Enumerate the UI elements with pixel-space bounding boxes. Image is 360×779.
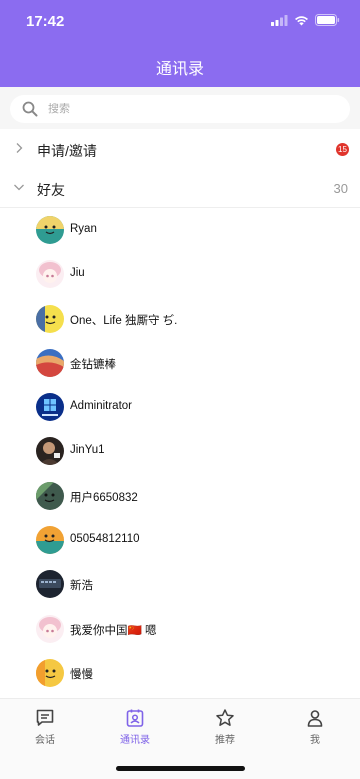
sunset-avatar-icon: [36, 348, 64, 377]
star-icon: [216, 709, 234, 726]
friend-name: JinYu1: [70, 444, 105, 457]
anime-girl-avatar-icon: [36, 614, 64, 643]
list-item[interactable]: 用户6650832: [0, 474, 360, 518]
friends-count: 30: [333, 181, 348, 196]
group-requests[interactable]: 申请/邀请 15: [0, 130, 360, 168]
search-icon: [22, 101, 38, 117]
friend-name: 用户6650832: [70, 491, 138, 504]
status-time: 17:42: [26, 13, 65, 30]
windows-avatar-icon: [36, 393, 64, 422]
header-bar: 17:42 通讯录: [0, 0, 360, 87]
battery-icon: [315, 14, 340, 26]
friend-name: 金钻镳棒: [70, 358, 116, 371]
teal-smile-avatar-icon: [36, 216, 64, 244]
friend-name: Adminitrator: [70, 400, 132, 413]
tab-chats[interactable]: 会话: [0, 708, 90, 746]
avatar: [36, 260, 64, 289]
friend-name: 我爱你中国🇨🇳 嗯: [70, 624, 157, 637]
person-icon: [307, 710, 323, 727]
avatar: [36, 614, 64, 643]
list-item[interactable]: Adminitrator: [0, 385, 360, 429]
list-item[interactable]: 新浩: [0, 562, 360, 606]
orange-smile-avatar-icon: [36, 526, 64, 555]
list-item[interactable]: 金钻镳棒: [0, 341, 360, 385]
tab-recommend[interactable]: 推荐: [180, 708, 270, 746]
avatar: [36, 526, 64, 555]
page-title: 通讯录: [155, 61, 204, 78]
tab-label: 推荐: [215, 735, 235, 746]
tab-me[interactable]: 我: [270, 708, 360, 746]
tab-label: 会话: [35, 735, 55, 746]
yellow-smile-avatar-icon: [36, 304, 64, 333]
anime-girl-avatar-icon: [36, 260, 64, 289]
search-area: [0, 87, 360, 129]
wifi-icon: [295, 15, 308, 25]
requests-count-badge: 15: [336, 143, 349, 156]
search-bar[interactable]: [10, 95, 350, 123]
avatar: [36, 658, 64, 687]
avatar: [36, 393, 64, 422]
status-bar: 17:42: [0, 0, 360, 44]
group-friends[interactable]: 好友 30: [0, 169, 360, 207]
avatar: [36, 437, 64, 466]
list-item[interactable]: 慢慢: [0, 651, 360, 695]
home-indicator[interactable]: [116, 766, 245, 771]
cellular-signal-icon: [271, 14, 288, 26]
green-smile-avatar-icon: [36, 481, 64, 510]
friend-name: 新浩: [70, 580, 93, 593]
group-requests-label: 申请/邀请: [37, 143, 97, 159]
contacts-icon: [126, 709, 144, 727]
tab-contacts[interactable]: 通讯录: [90, 708, 180, 746]
tab-label: 我: [310, 735, 320, 746]
list-item[interactable]: JinYu1: [0, 429, 360, 473]
list-item[interactable]: 我爱你中国🇨🇳 嗯: [0, 607, 360, 651]
list-item[interactable]: 05054812110: [0, 518, 360, 562]
avatar: [36, 570, 64, 599]
list-item[interactable]: Jiu: [0, 252, 360, 296]
tab-label: 通讯录: [120, 735, 150, 746]
search-input[interactable]: [48, 103, 308, 115]
chat-icon: [36, 709, 54, 726]
friend-name: 05054812110: [70, 533, 140, 546]
status-icons: [271, 14, 340, 26]
chevron-down-icon: [14, 184, 24, 191]
keyboard-photo-avatar-icon: [36, 570, 64, 599]
group-friends-label: 好友: [37, 182, 65, 198]
list-item[interactable]: One、Life 独厮守 ぢ.: [0, 297, 360, 341]
friend-name: Ryan: [70, 223, 97, 235]
friend-name: One、Life 独厮守 ぢ.: [70, 314, 178, 327]
avatar: [36, 304, 64, 333]
friend-name: Jiu: [70, 267, 85, 280]
list-item[interactable]: Ryan: [0, 208, 360, 252]
photo-man-avatar-icon: [36, 437, 64, 466]
friend-list: Ryan Jiu One、Life 独厮守 ぢ. 金钻镳棒 Adminitrat…: [0, 208, 360, 695]
yellow-smile-avatar-icon: [36, 658, 64, 687]
chevron-right-icon: [16, 143, 23, 153]
avatar: [36, 481, 64, 510]
friend-name: 慢慢: [70, 668, 93, 681]
avatar: [36, 216, 64, 244]
avatar: [36, 348, 64, 377]
